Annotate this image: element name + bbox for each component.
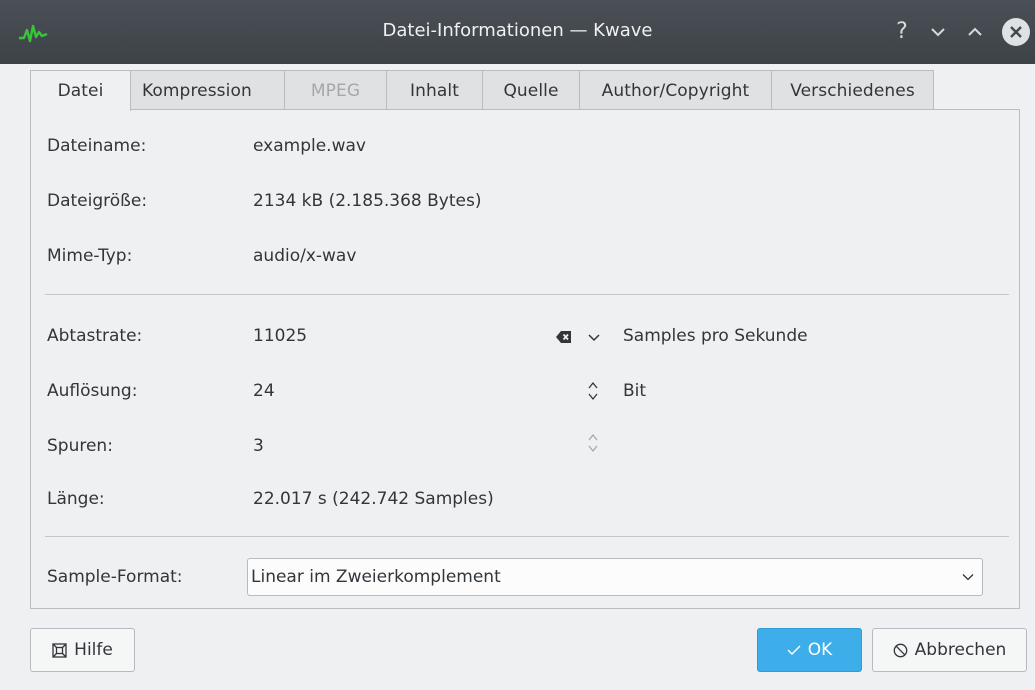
filename-label: Dateiname: [47, 136, 147, 156]
resolution-input[interactable]: 24 [253, 381, 275, 401]
samplerate-input[interactable]: 11025 [253, 326, 307, 346]
spinbox-arrows-icon [588, 433, 598, 453]
ok-button-label: OK [807, 640, 833, 660]
checkmark-icon [787, 645, 801, 655]
tab-author-copyright[interactable]: Author/Copyright [579, 70, 772, 110]
tab-kompression[interactable]: Kompression [130, 70, 285, 110]
help-icon[interactable]: ? [889, 19, 915, 45]
resolution-label: Auflösung: [47, 381, 138, 401]
cancel-button[interactable]: Abbrechen [872, 628, 1027, 672]
filesize-value: 2134 kB (2.185.368 Bytes) [253, 191, 482, 211]
tracks-label: Spuren: [47, 436, 113, 456]
spinbox-arrows-icon[interactable] [586, 380, 600, 402]
help-button[interactable]: Hilfe [30, 628, 135, 672]
sample-format-label: Sample-Format: [47, 567, 183, 587]
clear-icon[interactable] [556, 330, 572, 344]
maximize-icon[interactable] [962, 19, 988, 45]
tab-quelle[interactable]: Quelle [482, 70, 580, 110]
chevron-down-icon[interactable] [587, 332, 601, 342]
resolution-unit: Bit [623, 381, 647, 401]
help-lifebuoy-icon [52, 642, 67, 658]
tab-verschiedenes[interactable]: Verschiedenes [771, 70, 934, 110]
samplerate-label: Abtastrate: [47, 326, 143, 346]
tab-panel-datei: Dateiname: example.wav Dateigröße: 2134 … [30, 109, 1020, 609]
mimetype-label: Mime-Typ: [47, 246, 133, 266]
length-value: 22.017 s (242.742 Samples) [253, 489, 494, 509]
help-button-label: Hilfe [74, 640, 113, 660]
filename-value: example.wav [253, 136, 366, 156]
mimetype-value: audio/x-wav [253, 246, 357, 266]
window-title: Datei-Informationen — Kwave [382, 20, 653, 41]
tab-inhalt[interactable]: Inhalt [386, 70, 483, 110]
samplerate-unit: Samples pro Sekunde [623, 326, 808, 346]
tab-mpeg: MPEG [284, 70, 387, 110]
sample-format-select[interactable]: Linear im Zweierkomplement [247, 558, 983, 596]
filesize-label: Dateigröße: [47, 191, 148, 211]
separator [45, 536, 1009, 537]
close-icon[interactable] [1002, 18, 1030, 46]
cancel-icon [893, 643, 908, 657]
length-label: Länge: [47, 489, 105, 509]
cancel-button-label: Abbrechen [914, 640, 1007, 660]
ok-button[interactable]: OK [757, 628, 862, 672]
sample-format-value: Linear im Zweierkomplement [251, 567, 501, 587]
chevron-down-icon [962, 574, 974, 581]
window-titlebar[interactable]: Datei-Informationen — Kwave ? [0, 0, 1035, 64]
separator [45, 294, 1009, 295]
tab-bar: Datei Kompression MPEG Inhalt Quelle Aut… [30, 70, 934, 111]
minimize-icon[interactable] [925, 19, 951, 45]
tab-datei[interactable]: Datei [30, 70, 131, 111]
tracks-input[interactable]: 3 [253, 436, 264, 456]
